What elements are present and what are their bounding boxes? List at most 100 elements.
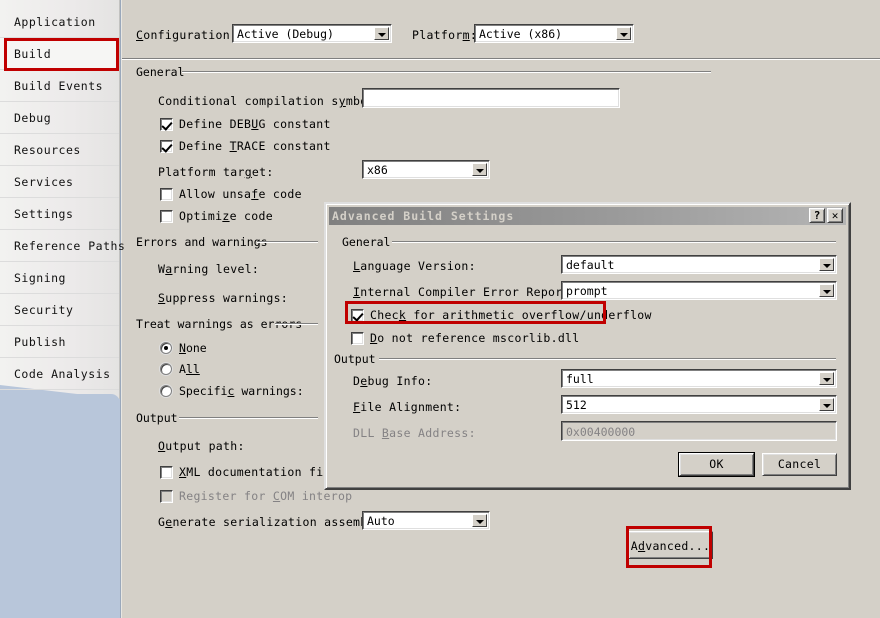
sidebar-item-code-analysis[interactable]: Code Analysis: [0, 358, 119, 390]
dialog-title-bar[interactable]: Advanced Build Settings ? ✕: [329, 207, 846, 225]
radio-icon[interactable]: [160, 363, 172, 375]
chevron-down-icon[interactable]: [374, 27, 389, 40]
errors-group-title: Errors and warnings: [136, 235, 268, 249]
define-trace-label: Define TRACE constant: [179, 139, 331, 153]
close-button-label: ✕: [831, 209, 839, 222]
optimize-code-label: Optimize code: [179, 209, 273, 223]
sidebar-item-label: Code Analysis: [14, 367, 111, 381]
cancel-button[interactable]: Cancel: [762, 453, 837, 476]
checkbox-icon[interactable]: [160, 140, 173, 153]
cancel-button-label: Cancel: [777, 457, 822, 471]
sidebar-item-label: Reference Paths: [14, 239, 126, 253]
advanced-build-settings-dialog: Advanced Build Settings ? ✕ General Lang…: [324, 202, 851, 490]
advanced-button[interactable]: Advanced...: [628, 531, 713, 559]
warning-level-label: Warning level:: [158, 262, 260, 276]
check-arithmetic-overflow-label: Check for arithmetic overflow/underflow: [370, 308, 652, 322]
language-version-dropdown[interactable]: default: [561, 255, 837, 274]
sidebar-item-application[interactable]: Application: [0, 6, 119, 38]
sidebar-item-label: Services: [14, 175, 74, 189]
sidebar-item-label: Debug: [14, 111, 52, 125]
conditional-symbols-input[interactable]: [362, 88, 620, 108]
help-icon[interactable]: ?: [809, 208, 825, 223]
no-mscorlib-label: Do not reference mscorlib.dll: [370, 331, 580, 345]
platform-value: Active (x86): [479, 27, 563, 41]
checkbox-icon[interactable]: [160, 118, 173, 131]
sidebar-item-publish[interactable]: Publish: [0, 326, 119, 358]
treat-warnings-group-line: [275, 323, 318, 325]
sidebar-item-security[interactable]: Security: [0, 294, 119, 326]
sidebar-item-signing[interactable]: Signing: [0, 262, 119, 294]
close-icon[interactable]: ✕: [827, 208, 843, 223]
sidebar-item-build[interactable]: Build: [0, 38, 119, 70]
checkbox-icon[interactable]: [160, 210, 173, 223]
ice-reporting-dropdown[interactable]: prompt: [561, 281, 837, 300]
file-alignment-label: File Alignment:: [353, 400, 462, 414]
sidebar-item-reference-paths[interactable]: Reference Paths: [0, 230, 125, 262]
sidebar-item-services[interactable]: Services: [0, 166, 119, 198]
dll-base-address-value: 0x00400000: [566, 425, 636, 439]
configuration-label: Configuration:: [136, 28, 238, 42]
sidebar-item-settings[interactable]: Settings: [0, 198, 119, 230]
sidebar-item-label: Settings: [14, 207, 74, 221]
chevron-down-icon[interactable]: [819, 258, 834, 271]
treat-none-label: None: [179, 341, 207, 355]
radio-icon[interactable]: [160, 342, 172, 354]
sidebar-rounded-panel: [0, 394, 120, 618]
sidebar-item-label: Signing: [14, 271, 66, 285]
allow-unsafe-label: Allow unsafe code: [179, 187, 302, 201]
platform-target-dropdown[interactable]: x86: [362, 160, 490, 179]
sidebar-item-debug[interactable]: Debug: [0, 102, 119, 134]
debug-info-value: full: [566, 372, 594, 386]
output-path-label: Output path:: [158, 439, 245, 453]
debug-info-dropdown[interactable]: full: [561, 369, 837, 388]
sidebar-item-resources[interactable]: Resources: [0, 134, 119, 166]
checkbox-icon[interactable]: [351, 332, 364, 345]
checkbox-icon[interactable]: [160, 466, 173, 479]
register-com-label: Register for COM interop: [179, 489, 353, 503]
sidebar-item-list: Application Build Build Events Debug Res…: [0, 6, 125, 390]
conditional-symbols-label: Conditional compilation symbols:: [158, 94, 389, 108]
chevron-down-icon[interactable]: [472, 514, 487, 527]
output-group-line: [179, 417, 318, 419]
language-version-value: default: [566, 258, 615, 272]
file-alignment-dropdown[interactable]: 512: [561, 395, 837, 414]
chevron-down-icon[interactable]: [819, 372, 834, 385]
checkbox-icon[interactable]: [160, 188, 173, 201]
general-group-title: General: [136, 65, 185, 79]
ok-button[interactable]: OK: [678, 452, 755, 477]
general-group-line: [182, 71, 711, 73]
config-divider: [122, 58, 880, 60]
dialog-title: Advanced Build Settings: [332, 209, 515, 223]
chevron-down-icon[interactable]: [819, 284, 834, 297]
checkbox-icon[interactable]: [351, 309, 364, 322]
define-debug-label: Define DEBUG constant: [179, 117, 331, 131]
chevron-down-icon[interactable]: [616, 27, 631, 40]
dialog-general-group-title: General: [342, 235, 391, 249]
dialog-output-group-title: Output: [334, 352, 376, 366]
output-group-title: Output: [136, 411, 178, 425]
sidebar-item-label: Security: [14, 303, 74, 317]
debug-info-label: Debug Info:: [353, 374, 433, 388]
suppress-warnings-label: Suppress warnings:: [158, 291, 289, 305]
build-properties-window: Application Build Build Events Debug Res…: [0, 0, 880, 618]
generate-serialization-dropdown[interactable]: Auto: [362, 511, 490, 530]
sidebar-item-build-events[interactable]: Build Events: [0, 70, 119, 102]
ok-button-label: OK: [709, 457, 724, 471]
platform-dropdown[interactable]: Active (x86): [474, 24, 634, 43]
treat-specific-label: Specific warnings:: [179, 384, 304, 398]
configuration-dropdown[interactable]: Active (Debug): [232, 24, 392, 43]
advanced-button-label: Advanced...: [630, 539, 711, 553]
sidebar-item-label: Resources: [14, 143, 81, 157]
sidebar-item-label: Application: [14, 15, 96, 29]
file-alignment-value: 512: [566, 398, 587, 412]
platform-target-label: Platform target:: [158, 165, 274, 179]
radio-icon[interactable]: [160, 385, 172, 397]
checkbox-icon: [160, 490, 173, 503]
sidebar-item-label: Build Events: [14, 79, 104, 93]
chevron-down-icon[interactable]: [819, 398, 834, 411]
dll-base-address-label: DLL Base Address:: [353, 426, 476, 440]
platform-target-value: x86: [367, 163, 388, 177]
ice-reporting-value: prompt: [566, 284, 608, 298]
dialog-general-group-line: [392, 241, 836, 243]
chevron-down-icon[interactable]: [472, 163, 487, 176]
